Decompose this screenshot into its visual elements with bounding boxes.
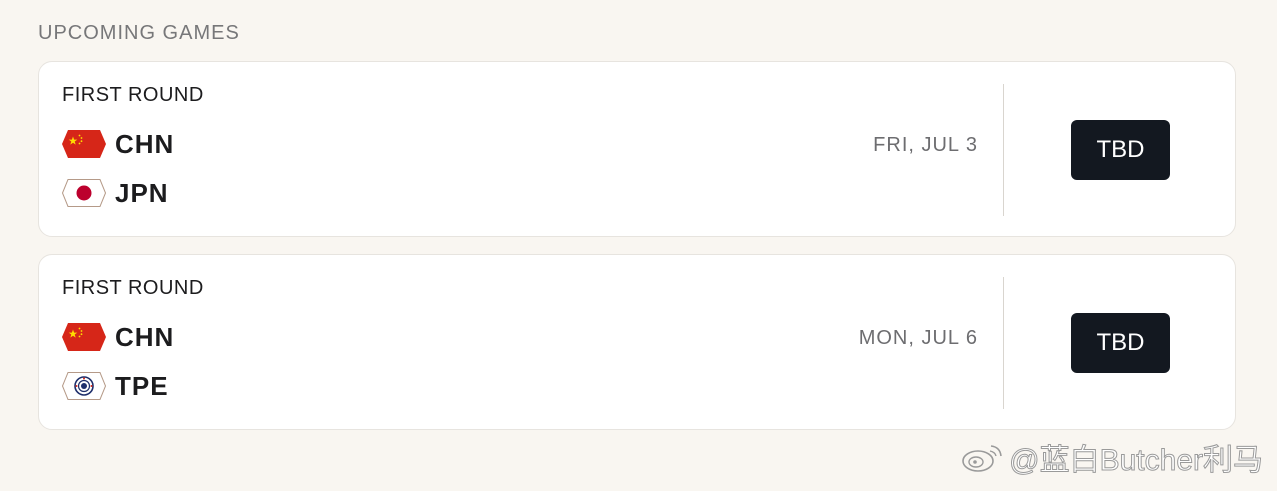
divider (1003, 84, 1004, 216)
team-abbr: CHN (115, 321, 175, 352)
weibo-icon (962, 445, 1002, 472)
watermark: @蓝白Butcher利马 (961, 435, 1263, 479)
team-abbr: JPN (115, 177, 169, 208)
round-label: FIRST ROUND (62, 84, 204, 106)
watermark-text: @蓝白Butcher利马 (1009, 444, 1264, 478)
tbd-button[interactable]: TBD (1071, 313, 1170, 373)
team-abbr: CHN (115, 128, 175, 159)
section-title: UPCOMING GAMES (38, 22, 240, 44)
china-flag-icon (62, 130, 106, 158)
team-abbr: TPE (115, 370, 169, 401)
game-date: FRI, JUL 3 (873, 134, 978, 156)
game-card[interactable]: FIRST ROUND CHN TPE MON, JUL 6 TBD (38, 254, 1236, 430)
chinese-taipei-flag-icon (62, 372, 106, 400)
tbd-button[interactable]: TBD (1071, 120, 1170, 180)
team-row: CHN (62, 128, 174, 160)
game-date: MON, JUL 6 (858, 327, 978, 349)
team-row: CHN (62, 321, 174, 353)
china-flag-icon (62, 323, 106, 351)
round-label: FIRST ROUND (62, 277, 204, 299)
divider (1003, 277, 1004, 409)
team-row: JPN (62, 177, 169, 209)
japan-flag-icon (62, 179, 106, 207)
team-row: TPE (62, 370, 169, 402)
game-card[interactable]: FIRST ROUND CHN JPN FRI, JUL 3 TBD (38, 61, 1236, 237)
